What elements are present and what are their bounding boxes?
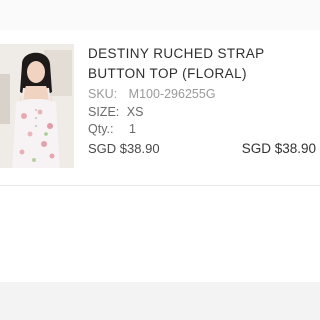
qty-value: 1 [128,122,136,136]
size-row: SIZE: XS [88,104,318,122]
divider [0,185,320,186]
sku-row: SKU: M100-296255G [88,86,318,104]
product-photo [0,44,74,168]
sku-label: SKU: [88,87,118,101]
product-image[interactable] [0,44,74,168]
item-details: DESTINY RUCHED STRAP BUTTON TOP (FLORAL)… [88,44,318,158]
sku-value: M100-296255G [128,87,216,101]
size-value: XS [126,104,144,119]
cart-item: DESTINY RUCHED STRAP BUTTON TOP (FLORAL)… [0,30,320,185]
product-title[interactable]: DESTINY RUCHED STRAP BUTTON TOP (FLORAL) [88,44,318,84]
footer-bar [0,282,320,320]
line-total-price: SGD $38.90 [241,140,316,156]
price-row: SGD $38.90 SGD $38.90 [88,140,318,158]
size-label: SIZE: [88,104,120,119]
top-bar [0,0,320,31]
qty-label: Qty.: [88,122,114,136]
qty-row: Qty.: 1 [88,121,318,139]
unit-price: SGD $38.90 [88,140,160,156]
